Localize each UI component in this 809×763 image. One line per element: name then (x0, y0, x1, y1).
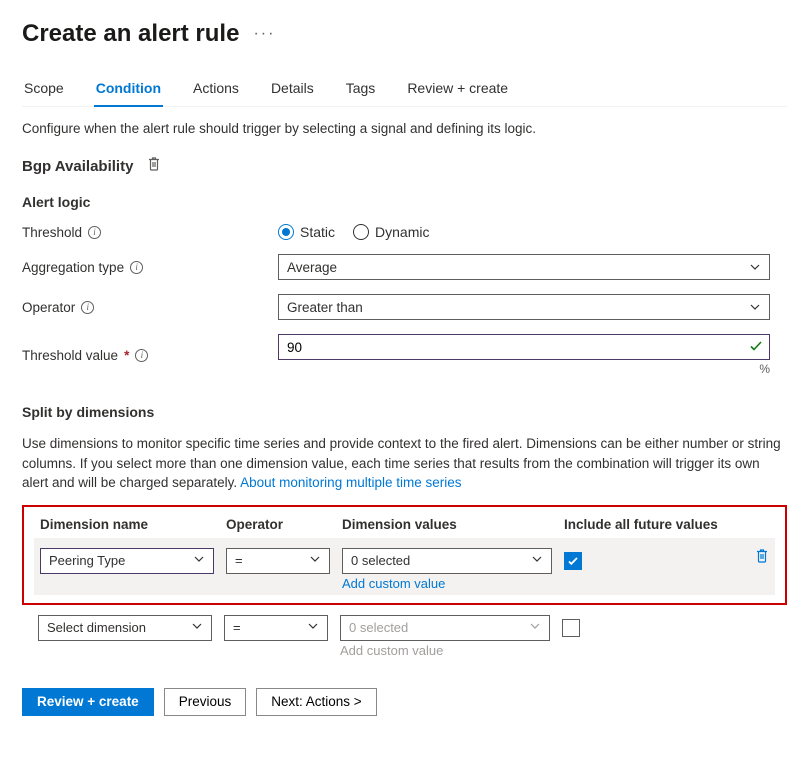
more-actions-icon[interactable]: ··· (253, 25, 275, 43)
aggregation-select[interactable]: Average (278, 254, 770, 280)
select-value: Average (287, 260, 337, 275)
chevron-down-icon (193, 553, 205, 568)
required-asterisk: * (124, 348, 129, 363)
next-actions-button[interactable]: Next: Actions > (256, 688, 376, 716)
radio-label: Dynamic (375, 224, 429, 240)
dimension-operator-select[interactable]: = (224, 615, 328, 641)
threshold-value-label: Threshold value (22, 348, 118, 363)
select-value: Peering Type (49, 553, 125, 568)
dimensions-highlight-box: Dimension name Operator Dimension values… (22, 505, 787, 605)
chevron-down-icon (309, 553, 321, 568)
info-icon[interactable]: i (130, 261, 143, 274)
tab-tags[interactable]: Tags (344, 74, 378, 106)
include-future-checkbox[interactable] (562, 619, 580, 637)
select-value: Select dimension (47, 620, 146, 635)
chevron-down-icon (748, 301, 761, 313)
tab-details[interactable]: Details (269, 74, 316, 106)
split-description: Use dimensions to monitor specific time … (22, 434, 787, 493)
threshold-label: Threshold (22, 225, 82, 240)
dimension-name-select[interactable]: Select dimension (38, 615, 212, 641)
radio-label: Static (300, 224, 335, 240)
split-by-dimensions-heading: Split by dimensions (22, 404, 787, 420)
dimension-row: Select dimension = 0 selected Add custom… (22, 605, 787, 662)
about-multiple-time-series-link[interactable]: About monitoring multiple time series (240, 475, 461, 490)
chevron-down-icon (529, 620, 541, 635)
chevron-down-icon (191, 620, 203, 635)
dimension-values-select[interactable]: 0 selected (340, 615, 550, 641)
operator-label: Operator (22, 300, 75, 315)
condition-description: Configure when the alert rule should tri… (22, 121, 787, 136)
info-icon[interactable]: i (81, 301, 94, 314)
select-value: = (233, 620, 241, 635)
previous-button[interactable]: Previous (164, 688, 247, 716)
select-value: 0 selected (349, 620, 408, 635)
select-value: Greater than (287, 300, 363, 315)
chevron-down-icon (531, 553, 543, 568)
tab-condition[interactable]: Condition (94, 74, 163, 106)
dimension-row: Peering Type = 0 selected Add custom val… (34, 538, 775, 595)
tab-bar: Scope Condition Actions Details Tags Rev… (22, 74, 787, 107)
include-future-checkbox[interactable] (564, 552, 582, 570)
page-title: Create an alert rule (22, 20, 239, 48)
chevron-down-icon (748, 261, 761, 273)
info-icon[interactable]: i (135, 349, 148, 362)
add-custom-value-link[interactable]: Add custom value (342, 576, 552, 591)
add-custom-value-link: Add custom value (340, 643, 550, 658)
chevron-down-icon (307, 620, 319, 635)
col-include-future: Include all future values (564, 517, 769, 532)
col-operator: Operator (226, 517, 342, 532)
threshold-unit: % (278, 362, 770, 376)
review-create-button[interactable]: Review + create (22, 688, 154, 716)
dimension-operator-select[interactable]: = (226, 548, 330, 574)
delete-dimension-icon[interactable] (755, 548, 769, 563)
threshold-dynamic-radio[interactable]: Dynamic (353, 224, 429, 240)
select-value: 0 selected (351, 553, 410, 568)
tab-review-create[interactable]: Review + create (405, 74, 510, 106)
threshold-static-radio[interactable]: Static (278, 224, 335, 240)
col-dimension-values: Dimension values (342, 517, 564, 532)
tab-scope[interactable]: Scope (22, 74, 66, 106)
select-value: = (235, 553, 243, 568)
tab-actions[interactable]: Actions (191, 74, 241, 106)
threshold-value-input[interactable] (278, 334, 770, 360)
check-icon (748, 338, 764, 359)
trash-icon[interactable] (147, 156, 161, 176)
col-dimension-name: Dimension name (40, 517, 226, 532)
dimension-values-select[interactable]: 0 selected (342, 548, 552, 574)
info-icon[interactable]: i (88, 226, 101, 239)
dimension-name-select[interactable]: Peering Type (40, 548, 214, 574)
aggregation-label: Aggregation type (22, 260, 124, 275)
signal-name: Bgp Availability (22, 158, 133, 175)
alert-logic-heading: Alert logic (22, 194, 787, 210)
operator-select[interactable]: Greater than (278, 294, 770, 320)
